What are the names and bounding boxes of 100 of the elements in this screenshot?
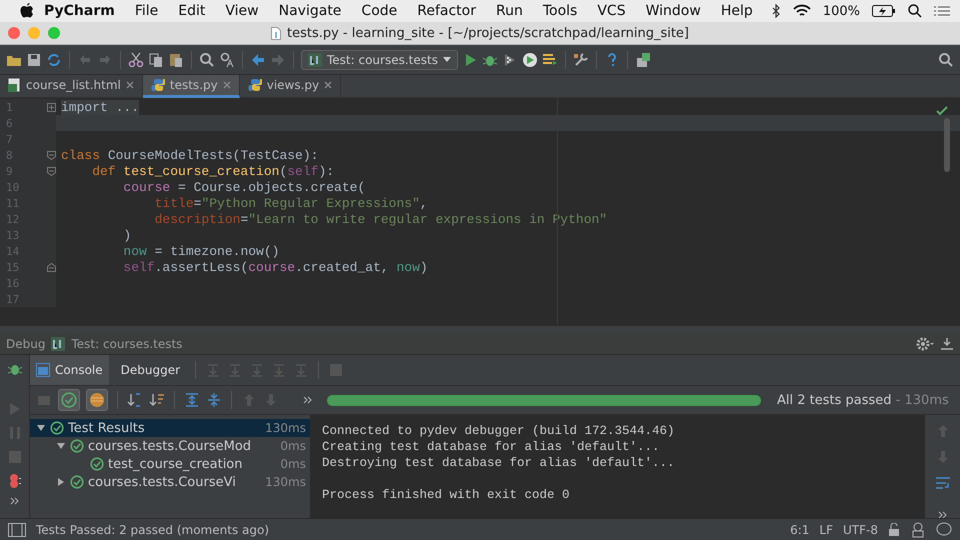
save-icon[interactable] [26, 52, 42, 68]
battery-percentage: 100% [822, 4, 860, 18]
app-menu[interactable]: PyCharm [34, 3, 125, 19]
code-line: def test_course_creation(self): [91, 164, 334, 178]
sort-alphabetically-icon[interactable] [127, 392, 143, 408]
code-line: now = timezone.now() [122, 244, 280, 258]
check-circle-icon [61, 392, 77, 408]
checkmark-icon [936, 106, 948, 116]
scissors-icon[interactable] [128, 52, 144, 68]
more-icon[interactable] [938, 511, 948, 519]
forward-arrow-icon[interactable] [270, 52, 286, 68]
sync-icon[interactable] [46, 52, 62, 68]
test-tree-row[interactable]: test_course_creation 0ms [30, 455, 310, 473]
menu-item[interactable]: Tools [532, 3, 588, 19]
window-title: tests.py - learning_site - [~/projects/scratchpad/learning_site] [286, 26, 689, 40]
console-line: Connected to pydev debugger (build 172.3544.46) [322, 423, 676, 439]
test-tree-row[interactable]: courses.tests.CourseVi 130ms [30, 473, 310, 491]
menu-item[interactable]: VCS [587, 3, 636, 19]
panel-toggle-icon[interactable] [8, 522, 26, 536]
file-encoding[interactable]: UTF-8 [843, 522, 878, 536]
search-icon[interactable] [908, 4, 922, 18]
test-summary: All 2 tests passed - 130ms [777, 392, 949, 408]
menu-item[interactable]: Window [636, 3, 711, 19]
expand-fold-icon[interactable] [47, 102, 56, 112]
line-separator[interactable]: LF [819, 522, 834, 536]
status-message: Tests Passed: 2 passed (moments ago) [36, 522, 270, 536]
code-line: class CourseModelTests(TestCase): [60, 148, 318, 162]
replace-icon[interactable] [219, 52, 235, 68]
check-circle-icon [90, 457, 104, 471]
file-icon [270, 26, 281, 40]
menu-item[interactable]: Code [351, 3, 408, 19]
check-circle-icon [70, 439, 84, 453]
console-icon [36, 363, 50, 377]
fold-icon[interactable] [47, 150, 56, 160]
close-tab-icon[interactable] [222, 81, 231, 89]
console-line: Destroying test database for alias 'default'... [322, 455, 676, 471]
check-circle-icon [70, 475, 84, 489]
expand-all-icon[interactable] [184, 392, 200, 408]
menu-item[interactable]: Edit [168, 3, 216, 19]
menu-item[interactable]: Navigate [268, 3, 352, 19]
test-name: courses.tests.CourseVi [88, 474, 237, 490]
code-line: description="Learn to write regular expressions in Python" [154, 212, 608, 226]
more-icon[interactable] [10, 497, 20, 505]
python-file-icon [150, 78, 165, 92]
debug-configuration: Test: courses.tests [71, 337, 182, 351]
soft-wrap-icon[interactable] [934, 475, 950, 491]
wifi-icon[interactable] [792, 4, 811, 18]
lock-icon[interactable] [888, 522, 900, 536]
menu-item[interactable]: File [124, 3, 168, 19]
file-tab[interactable]: tests.py [142, 75, 240, 98]
ignored-icon [89, 392, 105, 408]
code-line: title="Python Regular Expressions", [154, 196, 428, 210]
debug-tab[interactable]: Debugger [114, 355, 186, 385]
hide-panel-icon[interactable] [940, 337, 954, 351]
battery-icon[interactable] [872, 5, 896, 17]
back-arrow-icon[interactable] [250, 52, 266, 68]
test-duration: 130ms [265, 421, 306, 435]
settings-icon[interactable] [916, 337, 934, 351]
more-icon[interactable] [303, 396, 313, 404]
test-duration: 0ms [280, 439, 306, 453]
fold-icon[interactable] [47, 166, 56, 176]
cursor-position[interactable]: 6:1 [790, 522, 810, 536]
bluetooth-icon[interactable] [770, 4, 781, 18]
sort-by-duration-icon[interactable] [149, 392, 165, 408]
collapse-all-icon[interactable] [206, 392, 222, 408]
menu-item[interactable]: Refactor [407, 3, 486, 19]
code-line: self.assertLess(course.created_at, now) [122, 260, 428, 274]
list-icon[interactable] [934, 5, 950, 17]
close-tab-icon[interactable] [324, 81, 332, 89]
wrench-icon[interactable] [572, 52, 589, 68]
close-button[interactable] [8, 27, 20, 39]
test-tree-row[interactable]: Test Results 130ms [30, 419, 310, 437]
test-duration: 0ms [280, 457, 306, 471]
close-tab-icon[interactable] [126, 81, 134, 89]
debug-tab[interactable]: Console [30, 355, 109, 385]
console-line: Process finished with exit code 0 [322, 487, 571, 503]
menu-item[interactable]: Run [486, 3, 533, 19]
code-line: ) [122, 228, 132, 242]
paste-icon[interactable] [168, 52, 184, 68]
test-name: test_course_creation [108, 456, 244, 472]
collapsed-arrow-icon[interactable] [56, 477, 66, 487]
test-name: Test Results [68, 420, 146, 436]
check-circle-icon [50, 421, 64, 435]
show-ignored-toggle[interactable] [86, 389, 108, 411]
fold-end-icon[interactable] [47, 262, 56, 272]
caret-icon [442, 56, 451, 62]
scrollbar[interactable] [944, 118, 950, 172]
test-name: courses.tests.CourseMod [88, 438, 252, 454]
python-file-icon [248, 78, 262, 92]
show-passed-toggle[interactable] [58, 389, 80, 411]
copy-icon[interactable] [148, 52, 164, 68]
run-configuration-dropdown[interactable]: Test: courses.tests [301, 50, 458, 70]
code-line: course = Course.objects.create( [122, 180, 366, 194]
panel-title: Debug [6, 337, 46, 351]
apple-logo-icon[interactable] [20, 3, 34, 19]
console-line: Creating test database for alias 'default'... [322, 439, 661, 455]
test-tree-row[interactable]: courses.tests.CourseMod 0ms [30, 437, 310, 455]
menu-item[interactable]: Help [710, 3, 763, 19]
html-file-icon [8, 78, 21, 92]
menu-item[interactable]: View [215, 3, 269, 19]
